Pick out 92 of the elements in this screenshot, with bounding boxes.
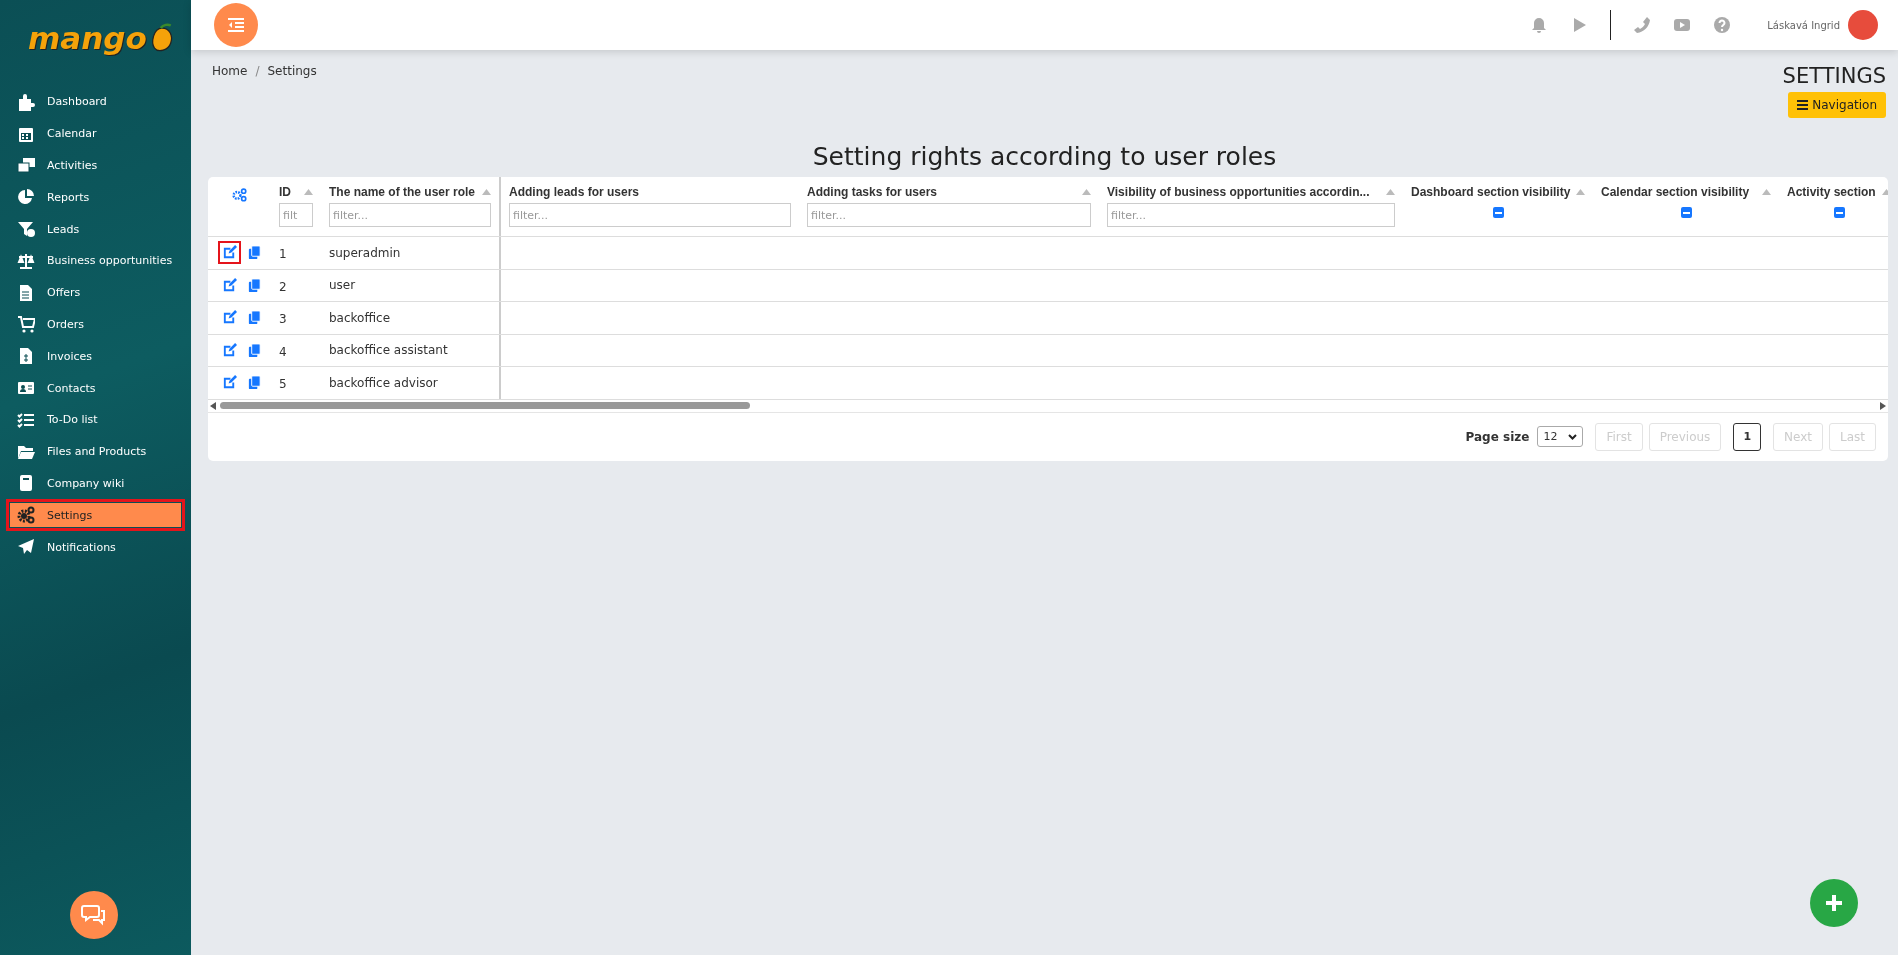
filter-checkbox[interactable] xyxy=(1680,207,1692,218)
sidebar-item[interactable]: Settings xyxy=(6,499,185,532)
menu-collapse-icon xyxy=(227,17,245,33)
checklist-icon xyxy=(17,410,35,429)
sort-icon xyxy=(1082,189,1091,195)
role-name-cell: backoffice assistant xyxy=(329,343,448,358)
sidebar-item[interactable]: Orders xyxy=(6,308,185,341)
sort-icon xyxy=(482,189,491,195)
copy-button[interactable] xyxy=(246,375,262,391)
bell-icon xyxy=(1530,16,1549,34)
plus-icon xyxy=(1824,893,1844,913)
chevron-down-icon xyxy=(1568,433,1578,440)
sidebar-item[interactable]: Calendar xyxy=(6,117,185,150)
scroll-left-icon[interactable] xyxy=(210,401,216,410)
filter-field[interactable]: filter... xyxy=(509,203,791,227)
role-name-cell: backoffice xyxy=(329,310,390,325)
sidebar-item[interactable]: Offers xyxy=(6,276,185,309)
copy-button[interactable] xyxy=(246,277,262,293)
sidebar-item[interactable]: Leads xyxy=(6,213,185,245)
add-button[interactable] xyxy=(1810,879,1858,927)
video-icon xyxy=(1673,16,1692,34)
filter-field[interactable]: filter... xyxy=(329,203,491,227)
column-header[interactable]: The name of the user role xyxy=(329,185,476,199)
section-heading: Setting rights according to user roles xyxy=(811,142,1278,171)
breadcrumb-link[interactable]: Home xyxy=(212,64,248,118)
sort-icon xyxy=(304,189,313,195)
id-cell: 4 xyxy=(279,344,287,359)
page-title: SETTINGS xyxy=(1782,64,1886,88)
column-header[interactable]: Adding leads for users xyxy=(509,185,640,199)
column-header[interactable]: Visibility of business opportunities accordin... xyxy=(1107,185,1370,199)
funnel-icon xyxy=(17,220,35,239)
cart-icon xyxy=(17,315,35,334)
filter-field[interactable]: filter... xyxy=(1107,203,1395,227)
document-icon xyxy=(17,283,35,302)
filter-checkbox[interactable] xyxy=(1492,207,1504,218)
sidebar-item[interactable]: Company wiki xyxy=(6,467,185,500)
envelopes-icon xyxy=(17,156,35,175)
scroll-right-icon[interactable] xyxy=(1880,401,1886,410)
sort-icon xyxy=(1386,189,1395,195)
column-header[interactable]: Adding tasks for users xyxy=(807,185,938,199)
sidebar-item[interactable]: Dashboard xyxy=(6,86,185,118)
sidebar-item[interactable]: Activities xyxy=(6,149,185,182)
user-name[interactable]: Láskavá Ingrid xyxy=(1767,19,1840,31)
column-header[interactable]: ID xyxy=(279,185,291,199)
sidebar-item[interactable]: To-Do list xyxy=(6,403,185,436)
id-cell: 5 xyxy=(279,377,287,392)
scale-icon xyxy=(17,251,35,270)
page-size-select[interactable]: 12 xyxy=(1537,426,1584,447)
phone-icon xyxy=(1633,16,1652,34)
filter-field[interactable]: filt xyxy=(279,203,313,227)
sidebar-item[interactable]: Notifications xyxy=(6,531,185,563)
sidebar-item[interactable]: Reports xyxy=(6,181,185,214)
id-cell: 3 xyxy=(279,312,287,327)
id-cell: 1 xyxy=(279,247,287,262)
horizontal-scrollbar[interactable] xyxy=(208,399,1888,412)
book-icon xyxy=(17,474,35,493)
page-button[interactable]: 1 xyxy=(1733,422,1762,451)
copy-button[interactable] xyxy=(246,342,262,358)
role-name-cell: user xyxy=(329,278,356,293)
copy-button[interactable] xyxy=(246,245,262,261)
gears-icon xyxy=(17,506,35,525)
page-size-label: Page size xyxy=(1465,429,1530,444)
navigation-button[interactable]: Navigation xyxy=(1788,92,1886,118)
mango-logo[interactable]: mango xyxy=(0,0,191,66)
invoice-icon xyxy=(17,347,35,366)
menu-button[interactable] xyxy=(214,3,258,47)
edit-button[interactable] xyxy=(217,241,241,265)
sidebar-item[interactable]: Invoices xyxy=(6,340,185,373)
sidebar-item[interactable]: Business opportunities xyxy=(6,245,185,277)
breadcrumb-current: Settings xyxy=(267,64,317,80)
copy-button[interactable] xyxy=(246,310,262,326)
puzzle-icon xyxy=(17,92,35,111)
id-cell: 2 xyxy=(279,279,287,294)
gears-icon xyxy=(232,187,247,202)
chat-button[interactable] xyxy=(70,891,118,939)
pie-chart-icon xyxy=(17,188,35,207)
sidebar-item[interactable]: Files and Products xyxy=(6,435,185,468)
chat-bubbles-icon xyxy=(81,904,107,926)
column-header[interactable]: Dashboard section visibility xyxy=(1411,185,1571,199)
breadcrumb-separator: / xyxy=(255,64,260,80)
sort-icon xyxy=(1762,189,1771,195)
column-header[interactable]: Activity section xyxy=(1787,185,1876,199)
menu-icon xyxy=(1797,100,1809,110)
filter-field[interactable]: filter... xyxy=(807,203,1091,227)
role-name-cell: superadmin xyxy=(329,245,401,260)
filter-checkbox[interactable] xyxy=(1833,207,1845,218)
column-header[interactable]: Calendar section visibility xyxy=(1601,185,1750,199)
sidebar-item[interactable]: Contacts xyxy=(6,372,185,404)
avatar[interactable] xyxy=(1848,10,1878,40)
role-name-cell: backoffice advisor xyxy=(329,375,438,390)
sort-icon xyxy=(1576,189,1585,195)
help-icon xyxy=(1713,16,1732,34)
